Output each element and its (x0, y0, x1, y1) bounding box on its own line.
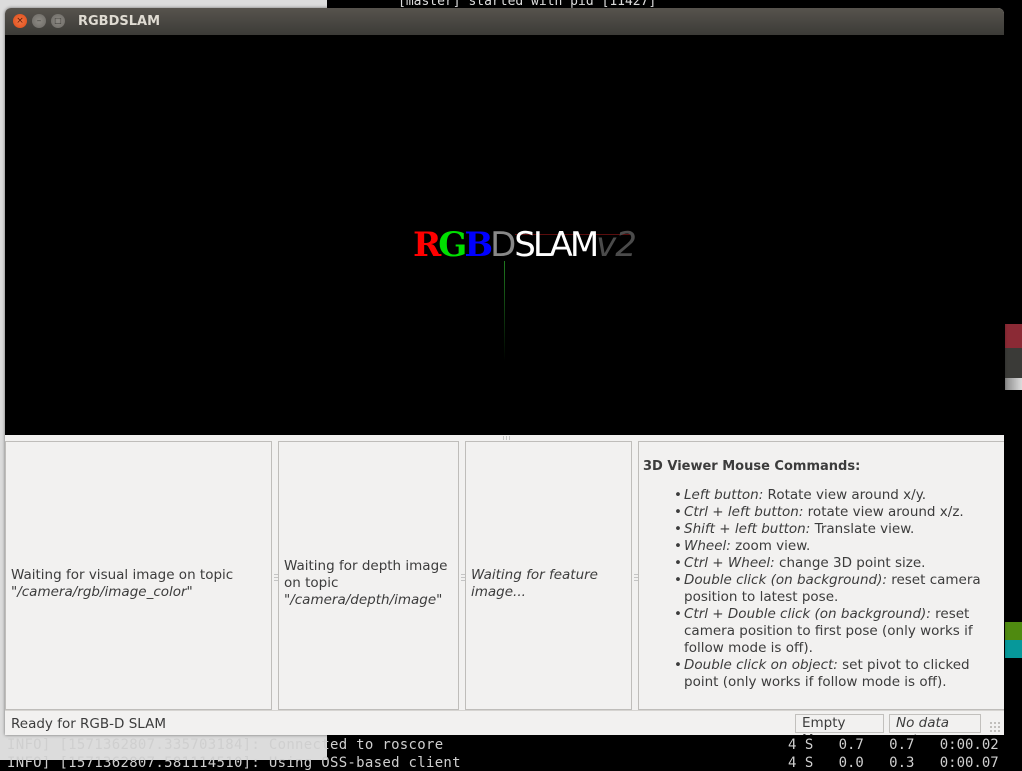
rgbdslam-window: × – □ RGBDSLAM RGBDSLAMv2 Waiting for vi… (5, 8, 1004, 735)
logo-letter-g: G (438, 225, 467, 265)
help-item: Double click on object: set pivot to cli… (674, 657, 1004, 691)
close-button[interactable]: × (13, 14, 27, 28)
minimize-icon: – (36, 15, 42, 26)
help-item: Shift + left button: Translate view. (674, 521, 1004, 538)
depth-topic: "/camera/depth/image" (284, 592, 443, 608)
help-panel: 3D Viewer Mouse Commands: Left button: R… (638, 441, 1004, 710)
y-axis-line (504, 261, 505, 361)
feature-image-panel: Waiting for feature image... (465, 441, 632, 710)
resize-grip-icon[interactable] (989, 721, 1001, 733)
visual-waiting-text: Waiting for visual image on topic (11, 567, 234, 583)
logo-letter-b: B (464, 225, 493, 265)
depth-image-panel: Waiting for depth image on topic "/camer… (278, 441, 459, 710)
help-item: Ctrl + left button: rotate view around x… (674, 504, 1004, 521)
help-item: Wheel: zoom view. (674, 538, 1004, 555)
visual-image-panel: Waiting for visual image on topic "/came… (5, 441, 272, 710)
help-title: 3D Viewer Mouse Commands: (643, 459, 861, 474)
feature-waiting-text: Waiting for feature image... (471, 567, 598, 600)
visual-topic: "/camera/rgb/image_color" (11, 584, 193, 600)
terminal-side-block-red (1005, 324, 1022, 348)
splitter-grip-icon (503, 436, 511, 440)
terminal-side-block-gray (1005, 378, 1022, 390)
terminal-log-line: INFO] [1571362807.335703184]: Connected … (7, 737, 444, 753)
maximize-button[interactable]: □ (51, 14, 65, 28)
maximize-icon: □ (54, 16, 62, 25)
status-message: Ready for RGB-D SLAM (11, 716, 166, 732)
3d-viewer[interactable]: RGBDSLAMv2 (5, 35, 1004, 435)
map-status-field: Empty Map (795, 714, 884, 735)
logo-letter-r: R (413, 225, 441, 265)
terminal-side-block-green (1005, 622, 1022, 640)
window-title: RGBDSLAM (78, 14, 161, 29)
logo-version: v2 (596, 225, 637, 265)
help-command-list: Left button: Rotate view around x/y. Ctr… (674, 487, 1004, 691)
help-item: Ctrl + Double click (on background): res… (674, 606, 1004, 657)
rgbdslam-logo: RGBDSLAMv2 (413, 225, 637, 265)
terminal-process-line: 4 S 0.7 0.7 0:00.02 (788, 737, 999, 753)
terminal-side-block-dark (1005, 348, 1022, 378)
status-bar: Ready for RGB-D SLAM Empty Map No data y… (5, 710, 1004, 735)
help-item: Double click (on background): reset came… (674, 572, 1004, 606)
help-item: Ctrl + Wheel: change 3D point size. (674, 555, 1004, 572)
terminal-log-line-2: INFO] [1571362807.581114510]: Using OSS-… (7, 755, 461, 771)
depth-waiting-text: Waiting for depth image on topic (284, 558, 448, 591)
logo-slam: SLAM (514, 225, 599, 265)
close-icon: × (16, 15, 24, 26)
minimize-button[interactable]: – (32, 14, 46, 28)
help-item: Left button: Rotate view around x/y. (674, 487, 1004, 504)
logo-letter-d: D (490, 225, 516, 265)
title-bar[interactable]: × – □ RGBDSLAM (5, 8, 1004, 35)
data-status-field: No data yet. (889, 714, 981, 735)
terminal-process-line-2: 4 S 0.0 0.3 0:00.07 (788, 755, 999, 771)
terminal-side-block-teal (1005, 640, 1022, 658)
